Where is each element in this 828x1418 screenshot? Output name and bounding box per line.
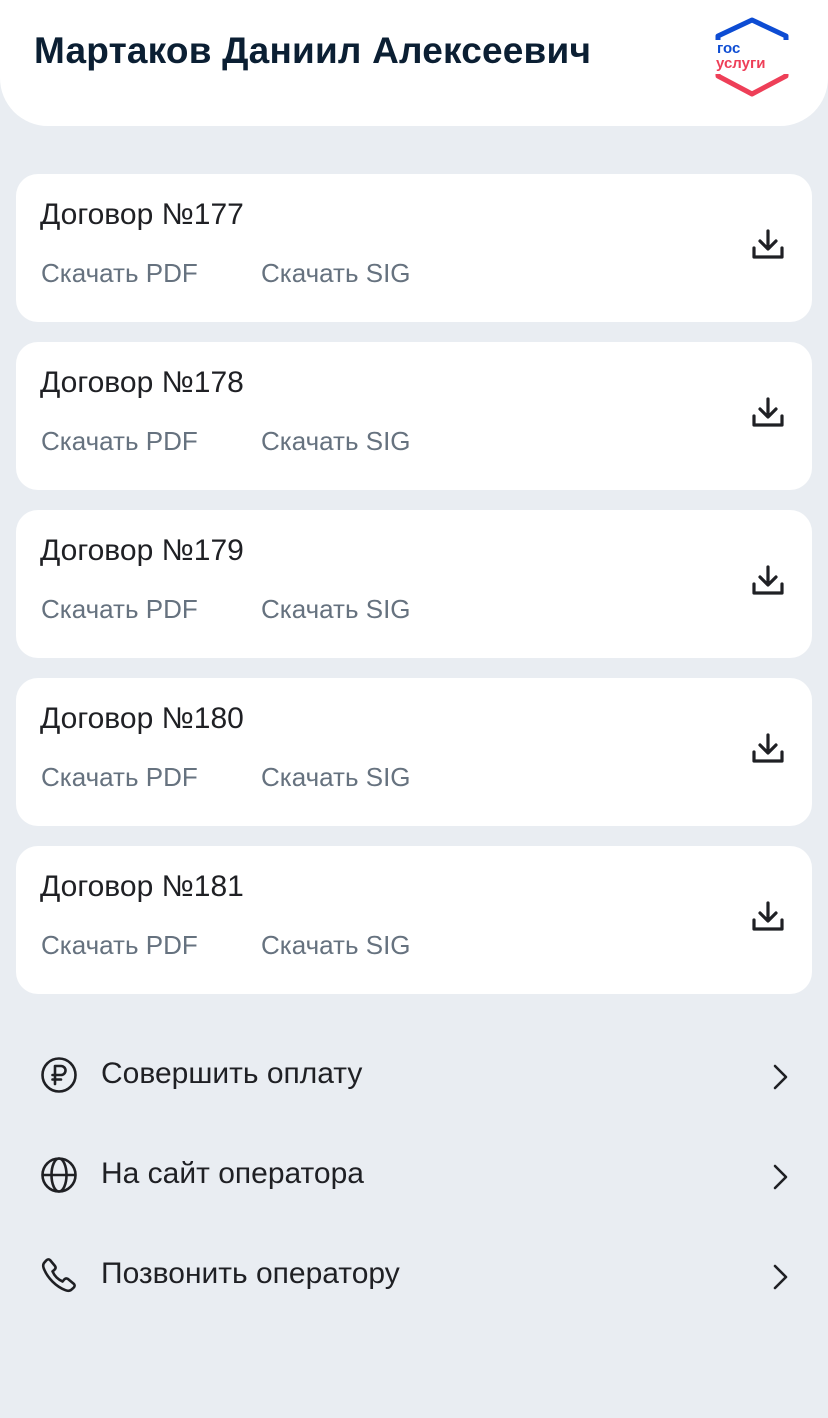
logo-text-bottom: услуги — [716, 55, 765, 72]
gosuslugi-logo[interactable]: гос услуги — [712, 16, 792, 98]
contract-title: Договор №179 — [40, 534, 244, 567]
download-icon[interactable] — [751, 900, 785, 934]
download-pdf-link[interactable]: Скачать PDF — [41, 930, 198, 961]
contract-title: Договор №180 — [40, 702, 244, 735]
contract-card[interactable]: Договор №180 Скачать PDF Скачать SIG — [16, 678, 812, 826]
download-pdf-link[interactable]: Скачать PDF — [41, 258, 198, 289]
header: Мартаков Даниил Алексеевич гос услуги — [0, 0, 828, 126]
action-label: Позвонить оператору — [101, 1257, 400, 1290]
globe-icon — [41, 1157, 77, 1193]
contract-card[interactable]: Договор №178 Скачать PDF Скачать SIG — [16, 342, 812, 490]
download-pdf-link[interactable]: Скачать PDF — [41, 594, 198, 625]
download-icon[interactable] — [751, 396, 785, 430]
contract-card[interactable]: Договор №177 Скачать PDF Скачать SIG — [16, 174, 812, 322]
action-operator-site[interactable]: На сайт оператора — [0, 1126, 828, 1226]
contract-list: Договор №177 Скачать PDF Скачать SIG Дог… — [16, 174, 812, 1014]
chevron-right-icon — [773, 1164, 788, 1190]
contract-title: Договор №181 — [40, 870, 244, 903]
download-pdf-link[interactable]: Скачать PDF — [41, 426, 198, 457]
contract-card[interactable]: Договор №181 Скачать PDF Скачать SIG — [16, 846, 812, 994]
download-icon[interactable] — [751, 228, 785, 262]
download-pdf-link[interactable]: Скачать PDF — [41, 762, 198, 793]
action-label: На сайт оператора — [101, 1157, 364, 1190]
contract-title: Договор №177 — [40, 198, 244, 231]
action-label: Совершить оплату — [101, 1057, 363, 1090]
action-call-operator[interactable]: Позвонить оператору — [0, 1226, 828, 1326]
download-sig-link[interactable]: Скачать SIG — [261, 762, 411, 793]
download-sig-link[interactable]: Скачать SIG — [261, 426, 411, 457]
contract-title: Договор №178 — [40, 366, 244, 399]
phone-icon — [41, 1258, 76, 1293]
ruble-icon — [41, 1057, 77, 1093]
user-name: Мартаков Даниил Алексеевич — [34, 30, 592, 71]
download-icon[interactable] — [751, 732, 785, 766]
download-sig-link[interactable]: Скачать SIG — [261, 930, 411, 961]
chevron-right-icon — [773, 1064, 788, 1090]
download-icon[interactable] — [751, 564, 785, 598]
contract-card[interactable]: Договор №179 Скачать PDF Скачать SIG — [16, 510, 812, 658]
download-sig-link[interactable]: Скачать SIG — [261, 258, 411, 289]
action-list: Совершить оплату На сайт оператора Позво… — [0, 1026, 828, 1326]
download-sig-link[interactable]: Скачать SIG — [261, 594, 411, 625]
action-pay[interactable]: Совершить оплату — [0, 1026, 828, 1126]
chevron-right-icon — [773, 1264, 788, 1290]
